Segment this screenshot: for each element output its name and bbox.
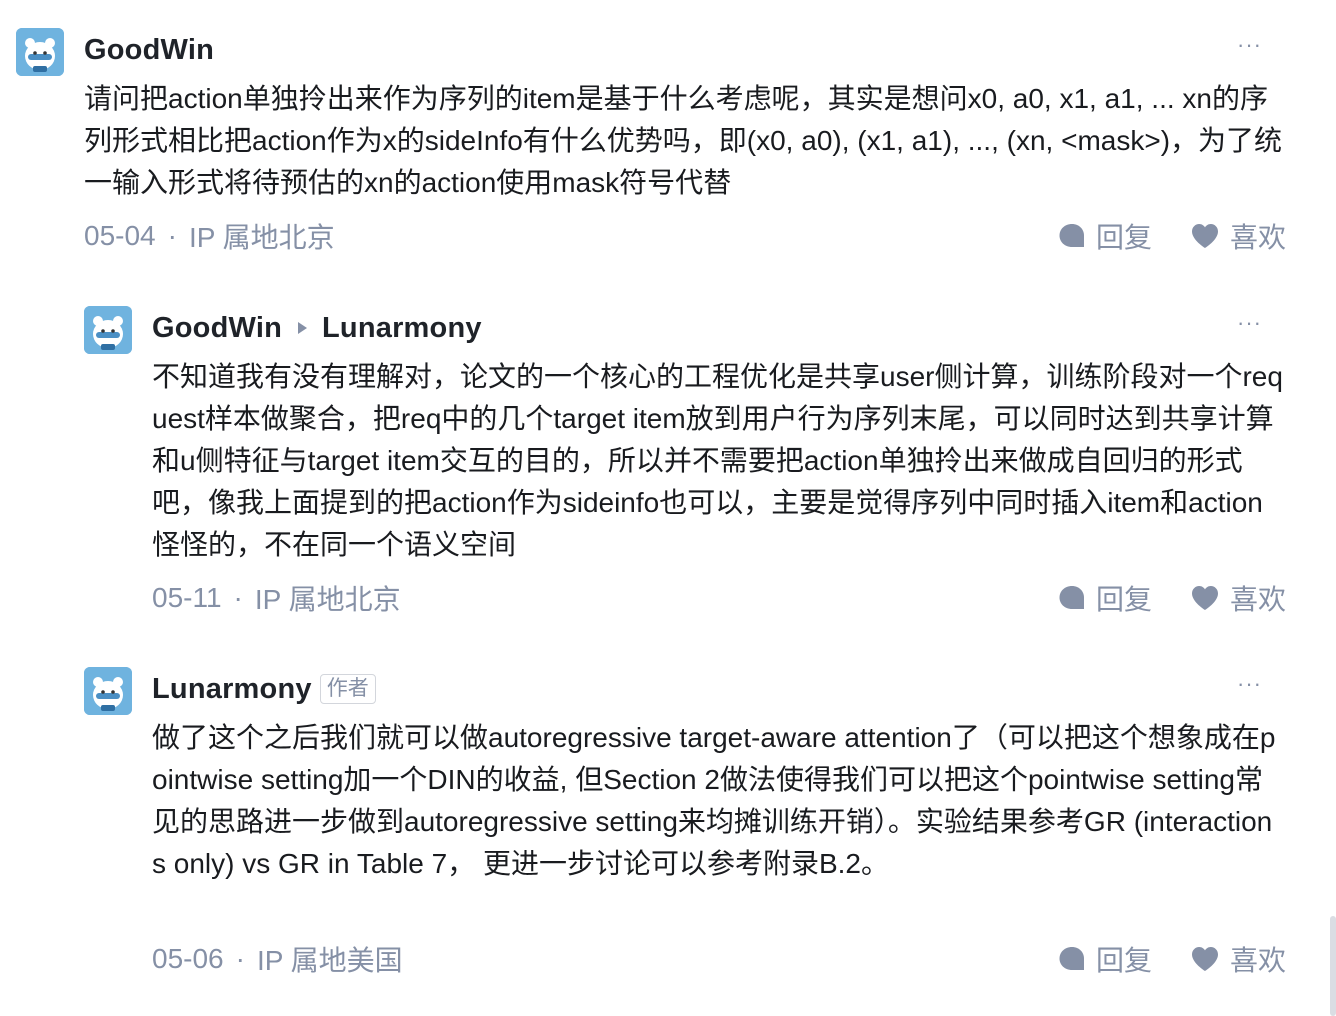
bear-avatar-icon	[16, 28, 64, 76]
heart-icon	[1191, 586, 1218, 610]
avatar[interactable]	[16, 28, 64, 76]
username[interactable]: GoodWin	[84, 34, 214, 67]
comment-text: 请问把action单独拎出来作为序列的item是基于什么考虑呢，其实是想问x0,…	[84, 83, 1283, 198]
like-button[interactable]: 喜欢	[1190, 216, 1286, 256]
chat-bubble-icon	[1059, 947, 1084, 970]
comment-actions: 回复 喜欢	[1020, 216, 1286, 256]
ip-location: IP 属地北京	[254, 584, 401, 615]
meta-separator: ·	[235, 943, 245, 974]
heart-icon	[1191, 947, 1218, 971]
comment-thread: GoodWin ··· 请问把action单独拎出来作为序列的item是基于什么…	[0, 0, 1336, 1016]
comment-header: GoodWin Lunarmony	[152, 308, 1286, 348]
comment-header: GoodWin	[84, 30, 1286, 70]
like-button[interactable]: 喜欢	[1190, 578, 1286, 618]
bear-avatar-icon	[84, 667, 132, 715]
comment-meta: 05-04 · IP 属地北京 回复 喜欢	[84, 216, 1286, 256]
more-dots-icon[interactable]: ···	[1237, 673, 1262, 695]
comment-header: Lunarmony 作者	[152, 669, 1286, 709]
like-button[interactable]: 喜欢	[1190, 939, 1286, 979]
scrollbar-thumb[interactable]	[1330, 916, 1336, 1016]
ip-location: IP 属地北京	[188, 222, 335, 253]
comment-date: 05-04	[84, 220, 156, 251]
username[interactable]: Lunarmony	[152, 673, 312, 706]
meta-separator: ·	[167, 220, 177, 251]
reply-to-username[interactable]: Lunarmony	[322, 312, 482, 345]
heart-icon	[1191, 224, 1218, 248]
author-badge: 作者	[319, 674, 376, 704]
like-label: 喜欢	[1229, 945, 1286, 976]
username[interactable]: GoodWin	[152, 312, 282, 345]
ip-location: IP 属地美国	[256, 945, 403, 976]
reply-button[interactable]: 回复	[1058, 216, 1152, 256]
comment-actions: 回复 喜欢	[1020, 578, 1286, 618]
reply-label: 回复	[1095, 584, 1152, 615]
more-dots-icon[interactable]: ···	[1237, 312, 1262, 334]
comment-text: 做了这个之后我们就可以做autoregressive target-aware …	[152, 722, 1276, 879]
more-dots-icon[interactable]: ···	[1237, 34, 1262, 56]
comment-date: 05-11	[152, 582, 222, 613]
reply-button[interactable]: 回复	[1058, 939, 1152, 979]
bear-avatar-icon	[84, 306, 132, 354]
meta-separator: ·	[233, 582, 243, 613]
chat-bubble-icon	[1059, 586, 1084, 609]
like-label: 喜欢	[1229, 584, 1286, 615]
like-label: 喜欢	[1229, 222, 1286, 253]
avatar[interactable]	[84, 306, 132, 354]
comment-actions: 回复 喜欢	[1020, 939, 1286, 979]
triangle-right-icon	[296, 321, 308, 335]
comment-meta: 05-06 · IP 属地美国 回复 喜欢	[152, 939, 1286, 979]
reply-button[interactable]: 回复	[1058, 578, 1152, 618]
reply-label: 回复	[1095, 945, 1152, 976]
comment-meta: 05-11 · IP 属地北京 回复 喜欢	[152, 578, 1286, 618]
comment-date: 05-06	[152, 943, 224, 974]
avatar[interactable]	[84, 667, 132, 715]
chat-bubble-icon	[1059, 224, 1084, 247]
reply-label: 回复	[1095, 222, 1152, 253]
comment-text: 不知道我有没有理解对，论文的一个核心的工程优化是共享user侧计算，训练阶段对一…	[152, 361, 1283, 560]
